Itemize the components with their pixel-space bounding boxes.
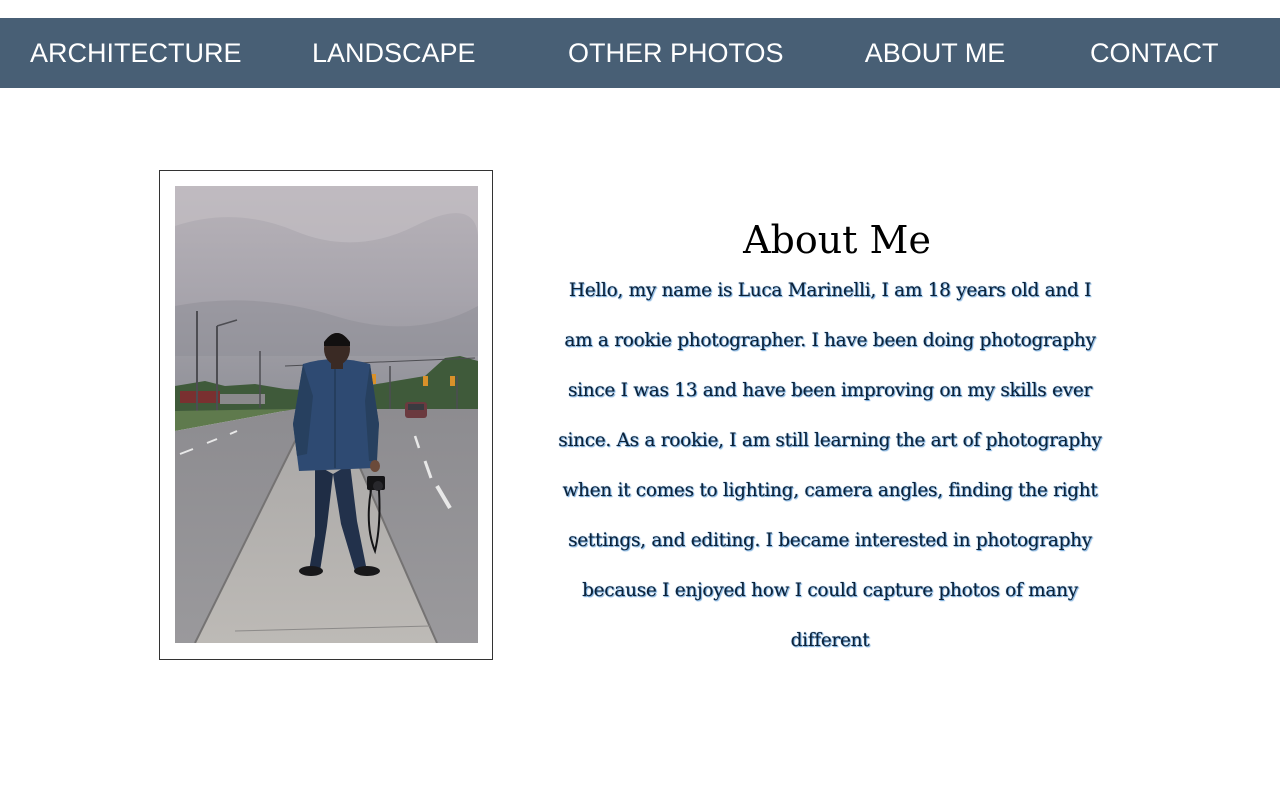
portrait-photo-illustration	[175, 186, 478, 643]
about-me-paragraph: Hello, my name is Luca Marinelli, I am 1…	[558, 280, 1102, 651]
photo-frame	[159, 170, 493, 660]
top-navigation-bar: ARCHITECTURE LANDSCAPE OTHER PHOTOS ABOU…	[0, 18, 1280, 88]
portrait-photo	[175, 186, 478, 643]
nav-link-other-photos[interactable]: OTHER PHOTOS	[568, 18, 784, 88]
about-me-heading: About Me	[743, 218, 931, 262]
nav-link-about-me[interactable]: ABOUT ME	[864, 18, 1006, 88]
nav-link-landscape[interactable]: LANDSCAPE	[312, 18, 476, 88]
nav-link-architecture[interactable]: ARCHITECTURE	[30, 18, 242, 88]
nav-link-contact[interactable]: CONTACT	[1090, 18, 1219, 88]
